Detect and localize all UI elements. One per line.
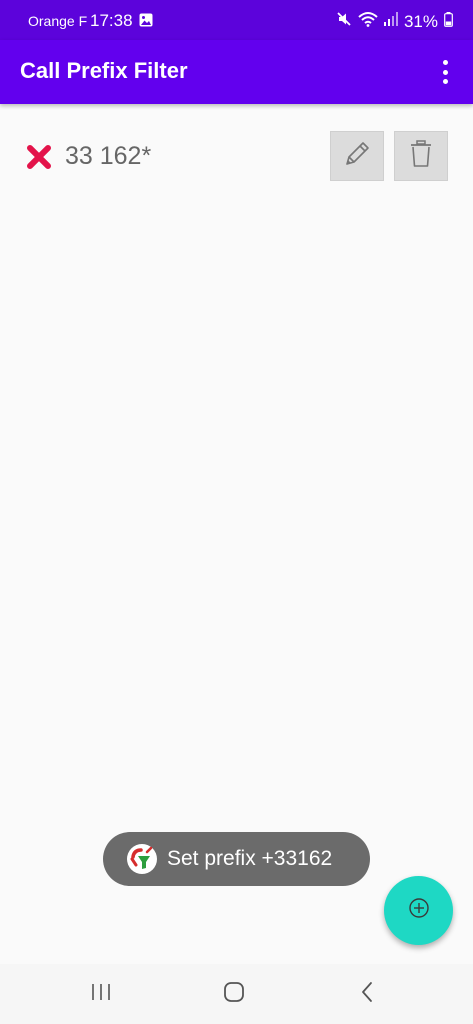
app-bar: Call Prefix Filter [0,40,473,104]
status-time: 17:38 [90,11,133,30]
signal-icon [383,12,398,31]
recents-button[interactable] [81,980,121,1008]
add-circle-icon [408,897,430,924]
mute-icon [336,11,352,32]
battery-icon [444,11,453,32]
home-button[interactable] [214,980,254,1008]
more-vert-icon[interactable] [435,58,455,86]
add-prefix-button[interactable] [384,876,453,945]
list-item: 33 162* [0,128,473,184]
photo-icon [139,13,153,32]
status-indicators: 31% [336,11,453,32]
pencil-icon [341,138,373,175]
app-logo-icon [127,844,157,874]
back-icon [359,981,375,1008]
toast-message: Set prefix +33162 [167,847,333,870]
trash-icon [407,138,435,175]
system-nav-bar [0,964,473,1024]
prefix-value: 33 162* [65,142,152,170]
status-bar: Orange F 17:38 31% [0,0,473,40]
home-icon [223,981,245,1008]
carrier-name: Orange F [28,13,88,29]
recents-icon [90,982,112,1007]
edit-button[interactable] [330,131,384,181]
wifi-icon [358,11,378,32]
blocked-x-icon [26,144,52,175]
page-title: Call Prefix Filter [20,58,188,83]
battery-percent: 31% [403,11,438,31]
toast: Set prefix +33162 [103,832,370,886]
delete-button[interactable] [394,131,448,181]
back-button[interactable] [347,980,387,1008]
